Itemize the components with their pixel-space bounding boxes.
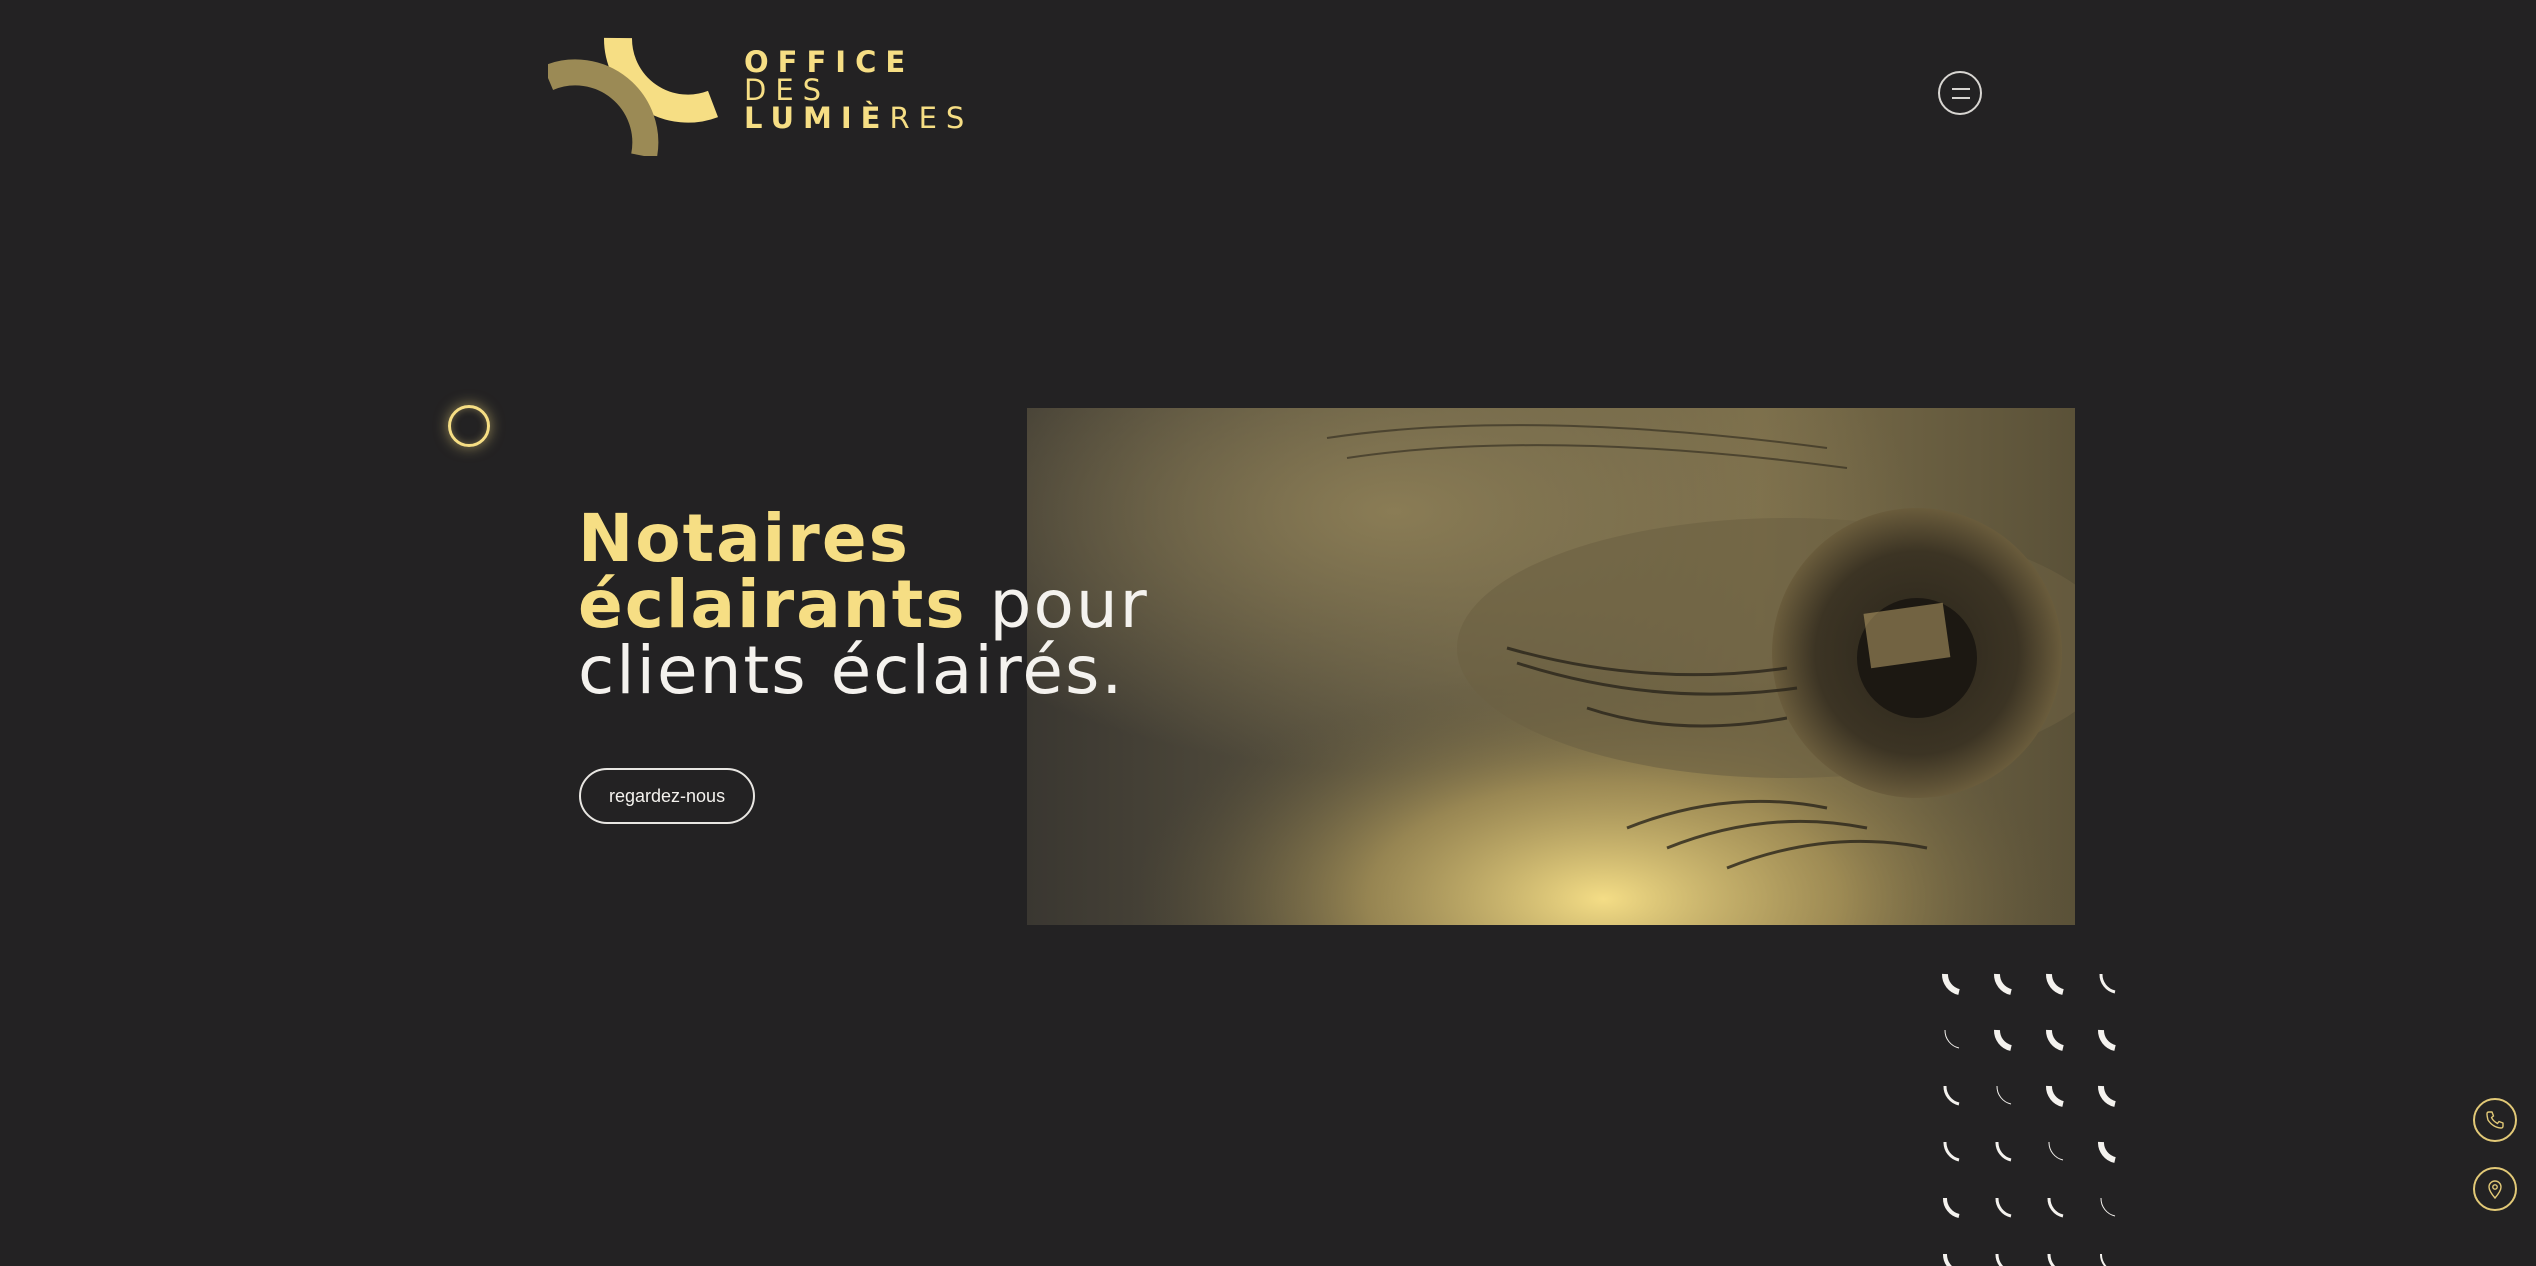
arc-mark [2047,1197,2064,1218]
logo-line-des: DES [744,73,831,107]
arc-mark [1943,1141,1960,1162]
logo-line-office: OFFICE [744,45,915,79]
hamburger-icon [1952,88,1970,90]
arc-mark [2046,1085,2064,1107]
hero-headline: Notaires éclairants pour clients éclairé… [578,506,1298,704]
phone-button[interactable] [2473,1098,2517,1142]
arc-mark [2098,1029,2116,1051]
headline-text-clients: clients éclairés. [578,632,1125,709]
arc-mark [1996,1085,2012,1105]
arc-mark [1995,1253,2004,1266]
arc-mark [1995,1141,2012,1162]
arc-mark [1944,1029,1960,1049]
arc-mark [2099,973,2116,994]
site-logo[interactable]: OFFICE DES LUMIÈRES [548,36,1018,156]
arc-mark [1942,973,1960,995]
arc-mark [2047,1253,2056,1266]
hamburger-icon-line [1952,97,1970,99]
logo-line-lumieres-light: RES [889,101,974,135]
arc-mark [1995,1197,2012,1218]
arc-mark [1942,1253,1953,1266]
arc-mark [2046,1029,2064,1051]
arc-mark [2099,1253,2107,1266]
logo-line-lumieres-bold: LUMIÈ [744,101,890,135]
menu-button[interactable] [1938,71,1982,115]
arc-mark [2100,1197,2116,1217]
location-pin-icon [2488,1180,2502,1199]
arc-mark [1942,1197,1960,1218]
location-button[interactable] [2473,1167,2517,1211]
decorative-arc-grid [1942,973,2116,1266]
logo-wordmark: OFFICE DES LUMIÈRES [744,45,974,135]
watch-us-button[interactable]: regardez-nous [579,768,756,824]
arc-mark [2046,973,2064,995]
arc-mark [1994,1029,2012,1051]
phone-icon [2486,1111,2504,1129]
cursor-glow-ring [448,405,490,447]
arc-mark [2098,1141,2116,1163]
arc-mark [2048,1141,2064,1161]
arc-mark [1994,973,2012,995]
logo-line-lumieres: LUMIÈRES [744,101,974,135]
arc-mark [1943,1085,1960,1106]
arc-mark [2098,1085,2116,1107]
logo-mark-icon [548,37,718,156]
